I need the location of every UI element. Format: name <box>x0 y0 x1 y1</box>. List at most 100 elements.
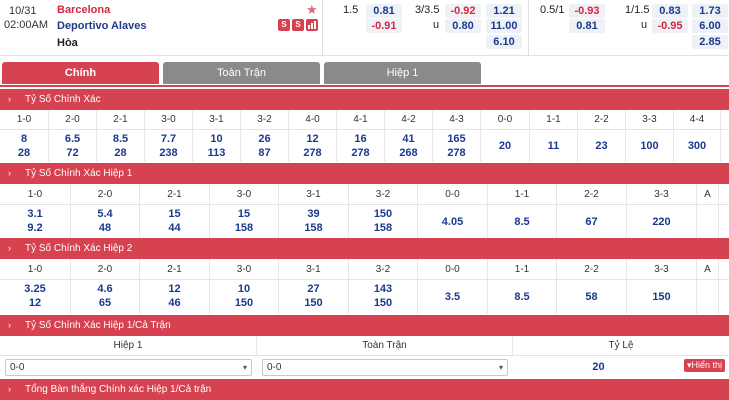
score-odds-cell[interactable]: 23 <box>578 130 626 162</box>
score-odds-cell[interactable]: 100 <box>626 130 674 162</box>
score-odds-cell[interactable]: 11 <box>530 130 578 162</box>
ht-x12-away-odd[interactable]: 6.00 <box>692 19 728 33</box>
score-header: 2-2 <box>557 184 627 204</box>
show-button[interactable]: ▾Hiển thị <box>684 359 726 372</box>
score-odds-cell[interactable]: 67 <box>557 205 627 238</box>
score-odds-cell[interactable]: 300 <box>674 130 721 162</box>
score-odds-cell[interactable]: 4.6 65 <box>71 280 140 314</box>
ht-ou-over-odd[interactable]: 0.83 <box>652 4 688 18</box>
handicap-home-odd[interactable]: 0.81 <box>366 4 402 18</box>
odd-value-bottom: 12 <box>28 297 42 309</box>
odd-value: 220 <box>652 215 671 228</box>
score-header: 3-0 <box>210 184 279 204</box>
x12-home-odd[interactable]: 1.21 <box>486 4 522 18</box>
ft-select-wrap: 0-0 ▾ <box>257 358 513 376</box>
score-odds-cell[interactable]: 8 28 <box>0 130 49 162</box>
score-odds-cell[interactable]: 12 46 <box>140 280 210 314</box>
chart-icon[interactable] <box>306 19 318 31</box>
score-odds-cell[interactable]: 150 158 <box>349 205 418 238</box>
match-row[interactable]: 10/31 02:00AM Barcelona Deportivo Alaves… <box>0 0 729 56</box>
section-total-goals[interactable]: › Tổng Bàn thắng Chính xác Hiệp 1/Cả trậ… <box>0 379 729 400</box>
odd-value: 3.5 <box>444 291 461 303</box>
score-odds-cell[interactable]: 220 <box>627 205 697 238</box>
score-odds-cell[interactable]: 3.5 <box>418 280 488 314</box>
score-odds-cell[interactable]: 8.5 28 <box>97 130 145 162</box>
exact-score-h2-grid: 1-0 2-0 2-1 3-0 3-1 3-2 0-0 1-1 2-2 3-3 A 3.25 12 4.… <box>0 259 729 314</box>
section-exact-score-h2[interactable]: › Tỷ Số Chính Xác Hiệp 2 <box>0 238 729 259</box>
score-odds-cell[interactable]: 4.05 <box>418 205 488 238</box>
match-tools: S S <box>278 19 318 31</box>
score-odds-cell[interactable]: 165 278 <box>433 130 481 162</box>
x12-away-odd[interactable]: 11.00 <box>486 19 522 33</box>
score-odds-cell[interactable]: 16 278 <box>337 130 385 162</box>
s-icon[interactable]: S <box>292 19 304 31</box>
tab-full-match[interactable]: Toàn Trận <box>163 62 320 84</box>
ou-over-odd[interactable]: -0.92 <box>445 4 481 18</box>
section-exact-score[interactable]: › Tỷ Số Chính Xác <box>0 89 729 110</box>
home-team[interactable]: Barcelona <box>57 4 110 16</box>
score-odds-cell[interactable]: 5.4 48 <box>71 205 140 238</box>
score-header: A <box>697 184 719 204</box>
draw-label: Hòa <box>57 37 78 49</box>
score-odds-cell[interactable]: 8.5 <box>488 280 557 314</box>
score-odds-cell[interactable]: 27 150 <box>279 280 349 314</box>
full-match-select[interactable]: 0-0 ▾ <box>262 358 508 376</box>
ratio-value[interactable]: 20 <box>592 361 604 373</box>
handicap-away-odd[interactable]: -0.91 <box>366 19 402 33</box>
odd-value-top: 143 <box>373 283 393 295</box>
score-odds-cell[interactable]: 15 44 <box>140 205 210 238</box>
score-header: 2-2 <box>557 259 627 279</box>
score-odds-cell[interactable]: 150 <box>627 280 697 314</box>
tab-bar: Chính Toàn Trận Hiệp 1 <box>0 62 729 85</box>
s-icon[interactable]: S <box>278 19 290 31</box>
score-odds-cell[interactable]: 10 150 <box>210 280 279 314</box>
first-half-select[interactable]: 0-0 ▾ <box>5 358 252 376</box>
divider <box>528 0 529 56</box>
odd-value-top: 150 <box>373 208 393 220</box>
tab-main[interactable]: Chính <box>2 62 159 84</box>
score-odds-cell[interactable]: 58 <box>557 280 627 314</box>
score-odds-cell[interactable]: 41 268 <box>385 130 433 162</box>
odd-value-bottom: 72 <box>66 147 79 159</box>
score-odds-cell[interactable] <box>697 280 719 314</box>
x12-draw-odd[interactable]: 6.10 <box>486 35 522 49</box>
score-odds-cell[interactable]: 7.7 238 <box>145 130 193 162</box>
grid-value-row: 8 28 6.5 72 8.5 28 7.7 238 10 113 26 87 12 278 16 278 41… <box>0 130 729 162</box>
tab-first-half[interactable]: Hiệp 1 <box>324 62 481 84</box>
ht-x12-home-odd[interactable]: 1.73 <box>692 4 728 18</box>
score-odds-cell[interactable]: 8.5 <box>488 205 557 238</box>
score-odds-cell[interactable]: 39 158 <box>279 205 349 238</box>
ht-handicap-home-odd[interactable]: -0.93 <box>569 4 605 18</box>
odd-value-bottom: 113 <box>207 147 226 159</box>
favorite-star-icon[interactable]: ★ <box>306 2 318 18</box>
score-odds-cell[interactable]: 12 278 <box>289 130 337 162</box>
ou-under-odd[interactable]: 0.80 <box>445 19 481 33</box>
section-htft[interactable]: › Tỷ Số Chính Xác Hiệp 1/Cả Trận <box>0 315 729 336</box>
score-odds-cell[interactable]: 15 158 <box>210 205 279 238</box>
score-odds-cell[interactable]: 6.5 72 <box>49 130 97 162</box>
score-odds-cell[interactable]: 143 150 <box>349 280 418 314</box>
odd-value-bottom: 44 <box>168 222 181 234</box>
ht-handicap-away-odd[interactable]: 0.81 <box>569 19 605 33</box>
score-odds-cell[interactable] <box>697 205 719 238</box>
score-odds-cell[interactable]: 26 87 <box>241 130 289 162</box>
ht-ou-under-odd[interactable]: -0.95 <box>652 19 688 33</box>
ht-x12-draw-odd[interactable]: 2.85 <box>692 35 728 49</box>
score-header: 2-0 <box>49 110 97 129</box>
score-odds-cell[interactable]: 20 <box>481 130 530 162</box>
odd-value-top: 165 <box>447 133 466 145</box>
away-team[interactable]: Deportivo Alaves <box>57 20 146 32</box>
chevron-right-icon: › <box>8 320 11 330</box>
odd-value-top: 16 <box>354 133 367 145</box>
score-odds-cell[interactable]: 3.1 9.2 <box>0 205 71 238</box>
score-header: 3-1 <box>193 110 241 129</box>
score-header: 3-2 <box>349 259 418 279</box>
odd-value: 11 <box>547 140 560 152</box>
score-header: 2-0 <box>71 259 140 279</box>
score-odds-cell[interactable]: 3.25 12 <box>0 280 71 314</box>
odd-value-top: 15 <box>168 208 181 220</box>
htft-row: 0-0 ▾ 0-0 ▾ 20 ▾Hiển thị <box>0 356 729 378</box>
section-exact-score-h1[interactable]: › Tỷ Số Chính Xác Hiệp 1 <box>0 163 729 184</box>
score-odds-cell[interactable]: 10 113 <box>193 130 241 162</box>
odd-value-bottom: 278 <box>303 147 322 159</box>
